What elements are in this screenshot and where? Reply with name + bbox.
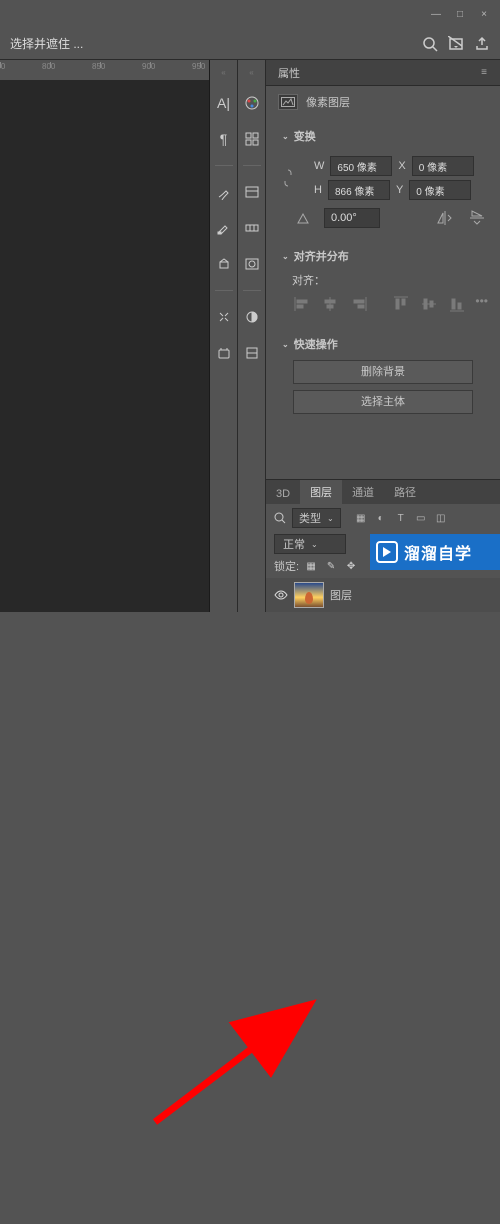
quick-actions-section: ⌄快速操作 删除背景 选择主体 bbox=[266, 326, 500, 430]
visibility-icon[interactable] bbox=[274, 588, 288, 602]
brush-settings-panel-icon[interactable] bbox=[214, 218, 234, 238]
adjustments-panel-icon[interactable] bbox=[242, 307, 262, 327]
link-dimensions-icon[interactable] bbox=[278, 162, 298, 194]
y-field[interactable]: 0 像素 bbox=[409, 180, 471, 200]
layer-type-row: 像素图层 bbox=[266, 86, 500, 118]
blend-mode-select[interactable]: 正常⌄ bbox=[274, 534, 346, 554]
document-canvas[interactable] bbox=[0, 80, 210, 610]
layer-type-label: 像素图层 bbox=[306, 94, 350, 110]
lock-position-icon[interactable]: ✎ bbox=[323, 558, 339, 574]
tools-panel-icon[interactable] bbox=[214, 307, 234, 327]
quick-actions-heading[interactable]: ⌄快速操作 bbox=[282, 336, 488, 352]
transform-section: ⌄变换 W 650 像素 X 0 像素 H 866 bbox=[266, 118, 500, 238]
filter-text-icon[interactable]: T bbox=[393, 510, 409, 526]
width-field[interactable]: 650 像素 bbox=[330, 156, 392, 176]
collapse-icon[interactable]: « bbox=[249, 68, 253, 77]
panel-dock-left: « A| ¶ bbox=[210, 60, 238, 612]
window-minimize-button[interactable]: — bbox=[424, 5, 448, 23]
window-maximize-button[interactable]: □ bbox=[448, 5, 472, 23]
width-label: W bbox=[314, 160, 324, 172]
options-bar: 选择并遮住 ... bbox=[0, 28, 500, 60]
filter-type-select[interactable]: 类型⌄ bbox=[292, 508, 341, 528]
history-panel-icon[interactable] bbox=[214, 343, 234, 363]
align-center-v-icon[interactable] bbox=[419, 294, 439, 314]
align-center-h-icon[interactable] bbox=[320, 294, 340, 314]
align-top-icon[interactable] bbox=[390, 294, 410, 314]
layer-row[interactable]: 图层 bbox=[266, 578, 500, 612]
flip-vertical-icon[interactable] bbox=[466, 209, 488, 227]
filter-smart-icon[interactable]: ◫ bbox=[433, 510, 449, 526]
watermark-text: 溜溜自学 bbox=[404, 540, 472, 564]
patterns-panel-icon[interactable] bbox=[242, 254, 262, 274]
paragraph-panel-icon[interactable]: ¶ bbox=[214, 129, 234, 149]
clone-panel-icon[interactable] bbox=[214, 254, 234, 274]
select-subject-button[interactable]: 选择主体 bbox=[293, 390, 474, 414]
align-label: 对齐： bbox=[292, 272, 325, 288]
watermark-badge: 溜溜自学 bbox=[370, 534, 500, 570]
align-right-icon[interactable] bbox=[349, 294, 369, 314]
angle-field[interactable]: 0.00° bbox=[324, 208, 380, 228]
lock-artboard-icon[interactable]: ✥ bbox=[343, 558, 359, 574]
filter-shape-icon[interactable]: ▭ bbox=[413, 510, 429, 526]
gradients-panel-icon[interactable] bbox=[242, 218, 262, 238]
flip-horizontal-icon[interactable] bbox=[434, 209, 456, 227]
search-icon[interactable] bbox=[422, 36, 438, 52]
height-field[interactable]: 866 像素 bbox=[328, 180, 390, 200]
chevron-down-icon: ⌄ bbox=[282, 252, 289, 261]
collapse-icon[interactable]: « bbox=[221, 68, 225, 77]
tab-channels[interactable]: 通道 bbox=[342, 480, 384, 504]
lock-label: 锁定: bbox=[274, 558, 299, 574]
window-close-button[interactable]: × bbox=[472, 5, 496, 23]
align-bottom-icon[interactable] bbox=[447, 294, 467, 314]
filter-adjust-icon[interactable]: ◐ bbox=[373, 510, 389, 526]
panels-area: 属性 ≡ 像素图层 ⌄变换 W 650 像素 bbox=[266, 60, 500, 612]
align-section: ⌄对齐并分布 对齐： ••• bbox=[266, 238, 500, 326]
canvas-area: 750 800 850 900 950 1000 bbox=[0, 60, 210, 612]
window-titlebar: — □ × bbox=[0, 0, 500, 28]
y-label: Y bbox=[396, 184, 403, 196]
rotate-icon[interactable] bbox=[292, 209, 314, 227]
panel-dock-right: « bbox=[238, 60, 266, 612]
libraries-panel-icon[interactable] bbox=[242, 182, 262, 202]
play-icon bbox=[376, 541, 398, 563]
tab-paths[interactable]: 路径 bbox=[384, 480, 426, 504]
workspace-icon[interactable] bbox=[448, 36, 464, 52]
styles-panel-icon[interactable] bbox=[242, 343, 262, 363]
brush-panel-icon[interactable] bbox=[214, 182, 234, 202]
remove-background-button[interactable]: 删除背景 bbox=[293, 360, 474, 384]
tab-3d[interactable]: 3D bbox=[266, 484, 300, 504]
color-panel-icon[interactable] bbox=[242, 129, 262, 149]
select-and-mask-button[interactable]: 选择并遮住 ... bbox=[10, 35, 83, 52]
align-left-icon[interactable] bbox=[292, 294, 312, 314]
ruler-tick: 950 bbox=[200, 62, 210, 71]
x-label: X bbox=[398, 160, 405, 172]
tab-layers[interactable]: 图层 bbox=[300, 480, 342, 504]
layer-name[interactable]: 图层 bbox=[330, 587, 352, 603]
horizontal-ruler: 750 800 850 900 950 1000 bbox=[0, 60, 209, 80]
x-field[interactable]: 0 像素 bbox=[412, 156, 474, 176]
align-heading[interactable]: ⌄对齐并分布 bbox=[282, 248, 488, 264]
character-panel-icon[interactable]: A| bbox=[214, 93, 234, 113]
share-icon[interactable] bbox=[474, 36, 490, 52]
transform-heading[interactable]: ⌄变换 bbox=[282, 128, 488, 144]
panel-menu-icon[interactable]: ≡ bbox=[481, 67, 488, 78]
chevron-down-icon: ⌄ bbox=[282, 340, 289, 349]
align-more-icon[interactable]: ••• bbox=[475, 294, 488, 314]
search-icon[interactable] bbox=[274, 512, 286, 524]
layer-thumbnail[interactable] bbox=[294, 582, 324, 608]
annotation-arrow bbox=[0, 612, 500, 1224]
height-label: H bbox=[314, 184, 322, 196]
lock-pixels-icon[interactable]: ▦ bbox=[303, 558, 319, 574]
filter-pixel-icon[interactable]: ▦ bbox=[353, 510, 369, 526]
properties-tab[interactable]: 属性 ≡ bbox=[266, 60, 500, 86]
chevron-down-icon: ⌄ bbox=[282, 132, 289, 141]
pixel-layer-icon bbox=[278, 94, 298, 110]
swatches-panel-icon[interactable] bbox=[242, 93, 262, 113]
